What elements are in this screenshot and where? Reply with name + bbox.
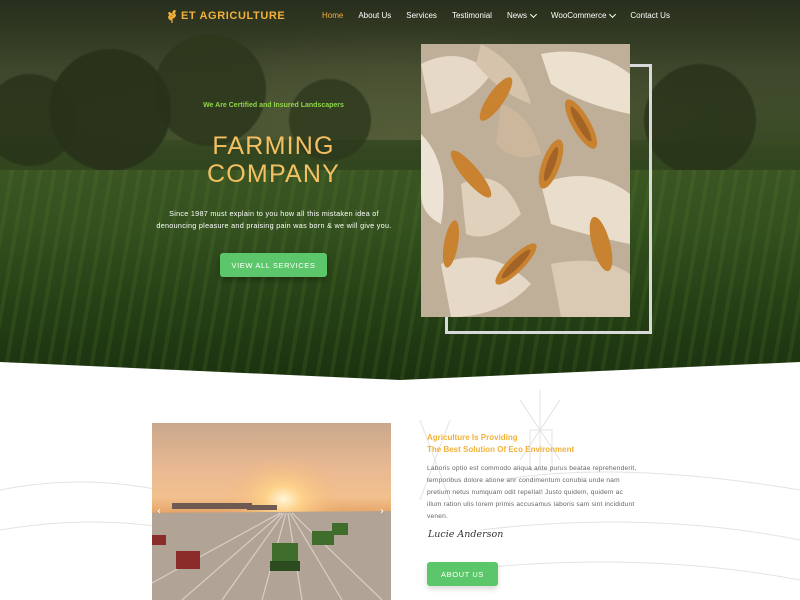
about-body-line: Laboris optio est commodo aliqua ante pu… [427,465,637,472]
top-navigation: ET AGRICULTURE Home About Us Services Te… [0,0,800,34]
signature: Lucie Anderson [428,529,504,540]
about-heading-line: Agriculture Is Providing [427,433,518,442]
nav-item-woocommerce[interactable]: WooCommerce [550,10,617,20]
about-body-line: venen. [427,513,448,520]
nav-item-news[interactable]: News [506,10,538,20]
corn-photo-art [421,44,630,317]
about-body-text: Laboris optio est commodo aliqua ante pu… [427,463,653,523]
hero-description-line: Since 1987 must explain to you how all t… [169,209,379,218]
nav-item-label: Home [322,11,344,20]
about-body-line: illum ration ulis lorem primis accusamus… [427,501,635,508]
nav-item-home[interactable]: Home [322,11,343,20]
hero-title-line: FARMING [212,132,335,160]
about-heading: Agriculture Is Providing The Best Soluti… [427,432,574,456]
chevron-right-icon[interactable]: › [380,506,384,517]
chevron-down-icon [529,10,538,18]
hero-certified-tagline: We Are Certified and Insured Landscapers [203,102,344,109]
wheat-icon [168,9,176,23]
main-menu: Home About Us Services Testimonial News … [322,10,685,20]
harvest-photo-art [152,423,391,600]
nav-item-services[interactable]: Services [406,11,437,20]
chevron-left-icon[interactable]: ‹ [157,506,161,517]
hero-description-line: denouncing pleasure and praising pain wa… [156,220,392,230]
background-sketch-illustration [0,390,800,581]
nav-item-testimonial[interactable]: Testimonial [452,11,492,20]
about-body-line: temporibus dolore atione anr condimentum… [427,477,620,484]
hero-bottom-wave [0,362,800,380]
about-body-line: pretium netus numquam odit repellat! Jus… [427,489,623,496]
corn-photo [421,44,630,317]
nav-item-label: WooCommerce [550,11,607,20]
nav-item-label: News [506,11,527,20]
nav-item-label: About Us [358,11,392,20]
hero-title: FARMING COMPANY [150,132,397,188]
nav-item-contact-us[interactable]: Contact Us [630,11,670,20]
harvest-field-photo [152,423,391,600]
about-heading-line: The Best Solution Of Eco Environment [427,445,575,454]
view-all-services-button[interactable]: VIEW ALL SERVICES [220,253,327,277]
nav-item-label: Contact Us [630,11,670,20]
site-logo[interactable]: ET AGRICULTURE [166,9,285,23]
about-us-button[interactable]: ABOUT US [427,562,498,586]
hero-title-line: COMPANY [207,160,340,188]
chevron-down-icon [609,10,617,18]
nav-item-label: Services [406,11,437,20]
hero-section [0,0,800,380]
nav-item-about-us[interactable]: About Us [358,11,391,20]
hero-description: Since 1987 must explain to you how all t… [148,208,400,231]
logo-text: ET AGRICULTURE [181,10,286,22]
nav-item-label: Testimonial [451,11,492,20]
